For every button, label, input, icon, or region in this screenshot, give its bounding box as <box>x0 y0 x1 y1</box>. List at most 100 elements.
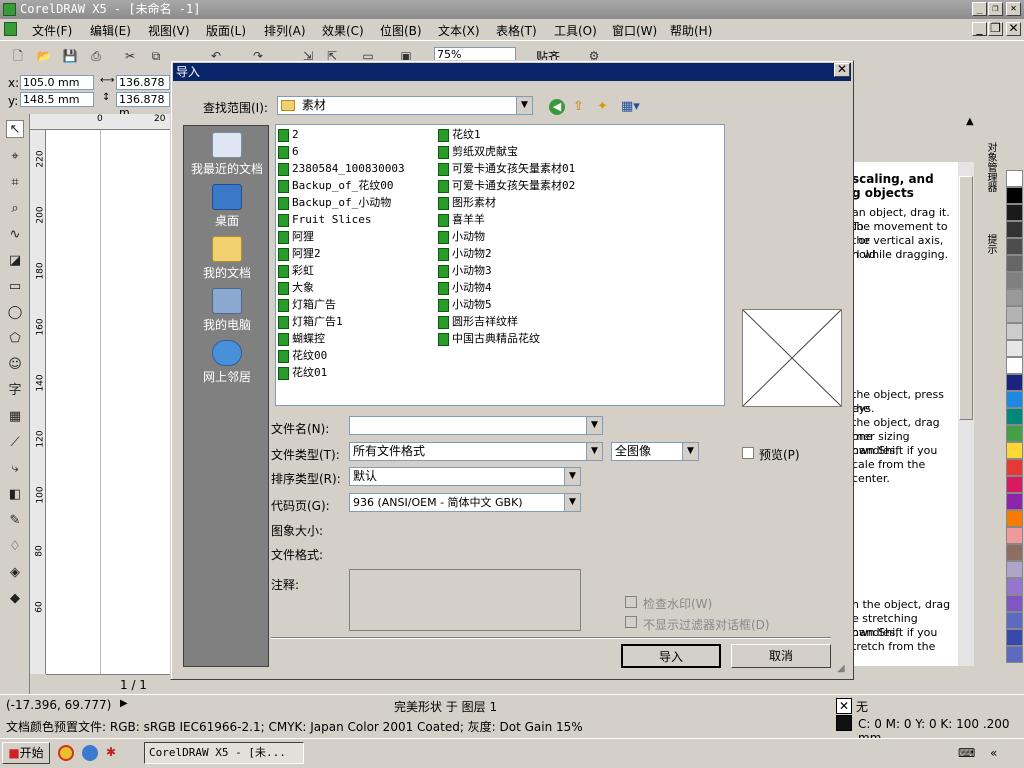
file-list[interactable]: 2 6 2380584_100830003 Backup_of_花纹00 Backup_… <box>275 124 725 406</box>
width-input[interactable]: 136.878 m <box>116 75 170 102</box>
dimension-tool-icon[interactable]: ⟋ <box>6 434 24 452</box>
file-item[interactable]: 彩虹 <box>278 262 314 279</box>
drawing-canvas[interactable] <box>46 130 170 674</box>
color-swatch[interactable] <box>1006 408 1023 425</box>
color-swatch[interactable] <box>1006 612 1023 629</box>
color-swatch[interactable] <box>1006 221 1023 238</box>
import-button[interactable]: 导入 <box>621 644 721 668</box>
new-folder-icon[interactable]: ✦ <box>597 99 608 114</box>
rectangle-tool-icon[interactable]: ▭ <box>6 278 24 296</box>
chevron-down-icon[interactable]: ▼ <box>586 443 602 460</box>
color-swatch[interactable] <box>1006 272 1023 289</box>
chevron-down-icon[interactable]: ▼ <box>682 443 698 460</box>
file-item[interactable]: 小动物3 <box>438 262 492 279</box>
fill-tool-icon[interactable]: ◈ <box>6 564 24 582</box>
color-swatch[interactable] <box>1006 493 1023 510</box>
color-swatch[interactable] <box>1006 578 1023 595</box>
menu-tools[interactable]: 工具(O) <box>554 22 597 39</box>
tray-expand-icon[interactable]: « <box>990 746 997 760</box>
table-tool-icon[interactable]: ▦ <box>6 408 24 426</box>
ellipse-tool-icon[interactable]: ◯ <box>6 304 24 322</box>
dialog-close-icon[interactable]: ✕ <box>834 63 850 77</box>
file-item[interactable]: 中国古典精品花纹 <box>438 330 540 347</box>
color-swatch[interactable] <box>1006 170 1023 187</box>
cut-icon[interactable]: ✂ <box>122 48 138 64</box>
file-item[interactable]: 6 <box>278 143 299 160</box>
new-icon[interactable]: 🗋 <box>10 48 26 64</box>
menu-layout[interactable]: 版面(L) <box>206 22 246 39</box>
cancel-button[interactable]: 取消 <box>731 644 831 668</box>
docker-scroll-thumb[interactable] <box>959 176 973 420</box>
docker-scrollbar[interactable] <box>958 162 974 666</box>
file-item[interactable]: 可爱卡通女孩矢量素材01 <box>438 160 575 177</box>
place-my-computer[interactable]: 我的电脑 <box>184 288 270 333</box>
filename-input[interactable]: ▼ <box>349 416 603 435</box>
file-item[interactable]: 2380584_100830003 <box>278 160 405 177</box>
menu-edit[interactable]: 编辑(E) <box>90 22 131 39</box>
restore-icon[interactable]: ❐ <box>988 2 1003 16</box>
file-item[interactable]: 小动物5 <box>438 296 492 313</box>
polygon-tool-icon[interactable]: ⬠ <box>6 330 24 348</box>
print-icon[interactable]: ⎙ <box>88 48 104 64</box>
color-swatch[interactable] <box>1006 306 1023 323</box>
file-item[interactable]: 阿狸2 <box>278 245 321 262</box>
doc-restore-icon[interactable]: ❐ <box>988 22 1003 36</box>
menu-text[interactable]: 文本(X) <box>438 22 480 39</box>
shape-tool-icon[interactable]: ⌖ <box>6 148 24 166</box>
color-swatch[interactable] <box>1006 629 1023 646</box>
file-item[interactable]: 小动物4 <box>438 279 492 296</box>
place-recent[interactable]: 我最近的文档 <box>184 132 270 177</box>
basic-shapes-icon[interactable]: ☺ <box>6 356 24 374</box>
minimize-icon[interactable]: _ <box>972 2 987 16</box>
smart-fill-icon[interactable]: ◪ <box>6 252 24 270</box>
doc-minimize-icon[interactable]: _ <box>972 22 987 36</box>
color-swatch[interactable] <box>1006 476 1023 493</box>
color-swatch[interactable] <box>1006 357 1023 374</box>
place-desktop[interactable]: 桌面 <box>184 184 270 229</box>
chevron-down-icon[interactable]: ▼ <box>564 468 580 485</box>
quicklaunch-app-icon[interactable]: ✱ <box>106 745 116 759</box>
place-my-documents[interactable]: 我的文档 <box>184 236 270 281</box>
height-input[interactable]: 136.878 m <box>116 92 170 119</box>
menu-view[interactable]: 视图(V) <box>148 22 190 39</box>
save-icon[interactable]: 💾 <box>62 48 78 64</box>
color-swatch[interactable] <box>1006 255 1023 272</box>
menu-arrange[interactable]: 排列(A) <box>264 22 306 39</box>
file-item[interactable]: 花纹1 <box>438 126 481 143</box>
zoom-tool-icon[interactable]: ⌕ <box>6 200 24 218</box>
file-item[interactable]: Fruit Slices <box>278 211 371 228</box>
image-mode-select[interactable]: 全图像 ▼ <box>611 442 699 461</box>
lookin-select[interactable]: 素材 ▼ <box>277 96 533 115</box>
menu-effects[interactable]: 效果(C) <box>322 22 364 39</box>
file-item[interactable]: Backup_of_小动物 <box>278 194 391 211</box>
color-swatch[interactable] <box>1006 561 1023 578</box>
close-icon[interactable]: ✕ <box>1006 2 1021 16</box>
file-item[interactable]: 蝴蝶控 <box>278 330 325 347</box>
color-swatch[interactable] <box>1006 374 1023 391</box>
up-folder-icon[interactable]: ⇧ <box>573 99 584 114</box>
file-item[interactable]: 喜羊羊 <box>438 211 485 228</box>
x-position-input[interactable]: 105.0 mm <box>20 75 94 90</box>
crop-tool-icon[interactable]: ⌗ <box>6 174 24 192</box>
tray-keyboard-icon[interactable]: ⌨ <box>958 746 975 760</box>
tab-object-manager[interactable]: 对象管理器 <box>983 142 998 192</box>
file-item[interactable]: 大象 <box>278 279 314 296</box>
color-swatch[interactable] <box>1006 544 1023 561</box>
back-icon[interactable]: ◀ <box>549 99 565 115</box>
copy-icon[interactable]: ⧉ <box>148 48 164 64</box>
color-swatch[interactable] <box>1006 425 1023 442</box>
task-coreldraw[interactable]: CorelDRAW X5 - [未... <box>144 742 304 764</box>
color-swatch[interactable] <box>1006 391 1023 408</box>
chevron-down-icon[interactable]: ▼ <box>586 417 602 434</box>
menu-table[interactable]: 表格(T) <box>496 22 537 39</box>
resize-grip-icon[interactable]: ◢ <box>837 663 845 674</box>
file-item[interactable]: 小动物 <box>438 228 485 245</box>
color-swatch[interactable] <box>1006 204 1023 221</box>
menu-file[interactable]: 文件(F) <box>32 22 72 39</box>
file-item[interactable]: 2 <box>278 126 299 143</box>
color-swatch[interactable] <box>1006 646 1023 663</box>
preview-checkbox[interactable] <box>742 447 754 459</box>
filetype-select[interactable]: 所有文件格式 ▼ <box>349 442 603 461</box>
docker-scroll-up-icon[interactable]: ▲ <box>966 116 974 127</box>
pick-tool-icon[interactable]: ↖ <box>6 120 24 138</box>
